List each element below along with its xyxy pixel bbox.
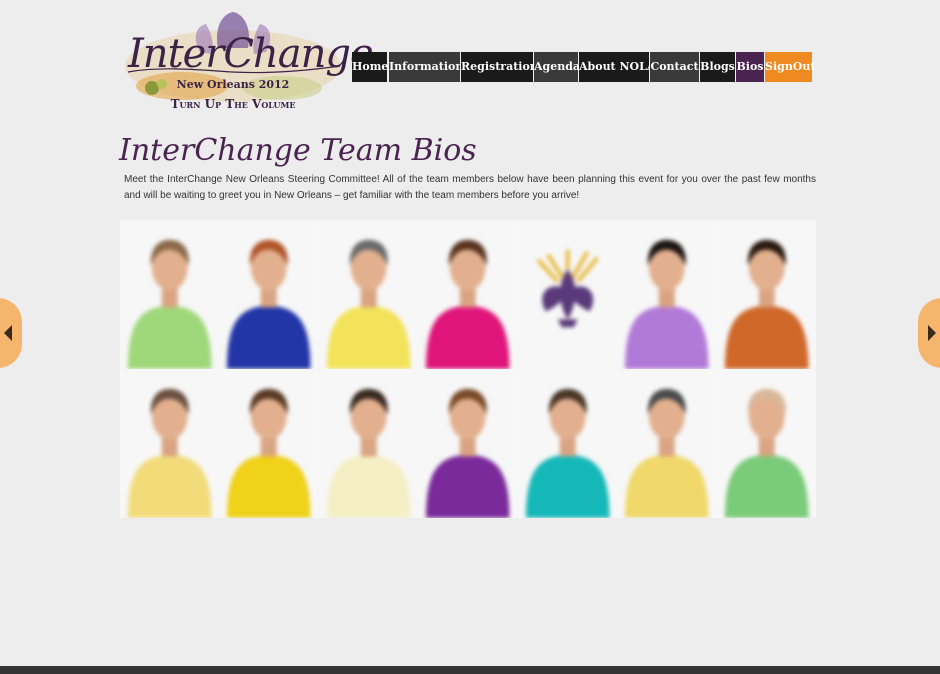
- chevron-left-icon: [4, 325, 12, 341]
- portrait-image: [318, 220, 419, 369]
- team-member-photo[interactable]: [517, 369, 618, 518]
- page-title: InterChange Team Bios: [119, 133, 477, 168]
- nav-contact[interactable]: Contact: [650, 52, 699, 82]
- nav-home[interactable]: Home: [352, 52, 388, 82]
- nav-signout[interactable]: SignOut: [765, 52, 815, 82]
- fleur-de-lis-icon: [517, 220, 618, 369]
- team-member-photo[interactable]: [418, 369, 518, 518]
- portrait-image: [617, 369, 717, 518]
- carousel-next-button[interactable]: [918, 298, 940, 368]
- team-member-photo[interactable]: [120, 220, 220, 369]
- intro-text: Meet the InterChange New Orleans Steerin…: [124, 174, 816, 201]
- team-photo-grid: [120, 220, 816, 518]
- interchange-logo[interactable]: InterChange New Orleans 2012 Turn Up The…: [122, 8, 374, 114]
- logo-subtitle: New Orleans 2012: [176, 78, 290, 91]
- nav-about-nola[interactable]: About NOLA: [579, 52, 655, 82]
- portrait-image: [418, 220, 518, 369]
- portrait-image: [120, 220, 220, 369]
- portrait-image: [120, 369, 220, 518]
- team-member-photo[interactable]: [318, 220, 419, 369]
- portrait-image: [617, 220, 717, 369]
- team-member-photo[interactable]: [219, 369, 319, 518]
- fleur-de-lis-tile[interactable]: [517, 220, 618, 369]
- logo-title: InterChange: [128, 31, 374, 77]
- carousel-prev-button[interactable]: [0, 298, 22, 368]
- team-member-photo[interactable]: [219, 220, 319, 369]
- nav-bios[interactable]: Bios: [736, 52, 764, 82]
- team-member-photo[interactable]: [617, 220, 717, 369]
- nav-agenda[interactable]: Agenda: [534, 52, 580, 82]
- portrait-image: [219, 220, 319, 369]
- portrait-image: [517, 369, 618, 518]
- team-member-photo[interactable]: [617, 369, 717, 518]
- portrait-image: [418, 369, 518, 518]
- nav-information[interactable]: Information: [389, 52, 463, 82]
- portrait-image: [318, 369, 419, 518]
- footer-bar: [0, 666, 940, 674]
- team-member-photo[interactable]: [120, 369, 220, 518]
- portrait-image: [716, 220, 816, 369]
- team-member-photo[interactable]: [716, 220, 816, 369]
- nav-blogs[interactable]: Blogs: [700, 52, 735, 82]
- portrait-image: [716, 369, 816, 518]
- team-member-photo[interactable]: [716, 369, 816, 518]
- logo-tagline: Turn Up The Volume: [170, 97, 296, 111]
- portrait-image: [219, 369, 319, 518]
- team-member-photo[interactable]: [418, 220, 518, 369]
- nav-registration[interactable]: Registration: [461, 52, 538, 82]
- team-member-photo[interactable]: [318, 369, 419, 518]
- chevron-right-icon: [928, 325, 936, 341]
